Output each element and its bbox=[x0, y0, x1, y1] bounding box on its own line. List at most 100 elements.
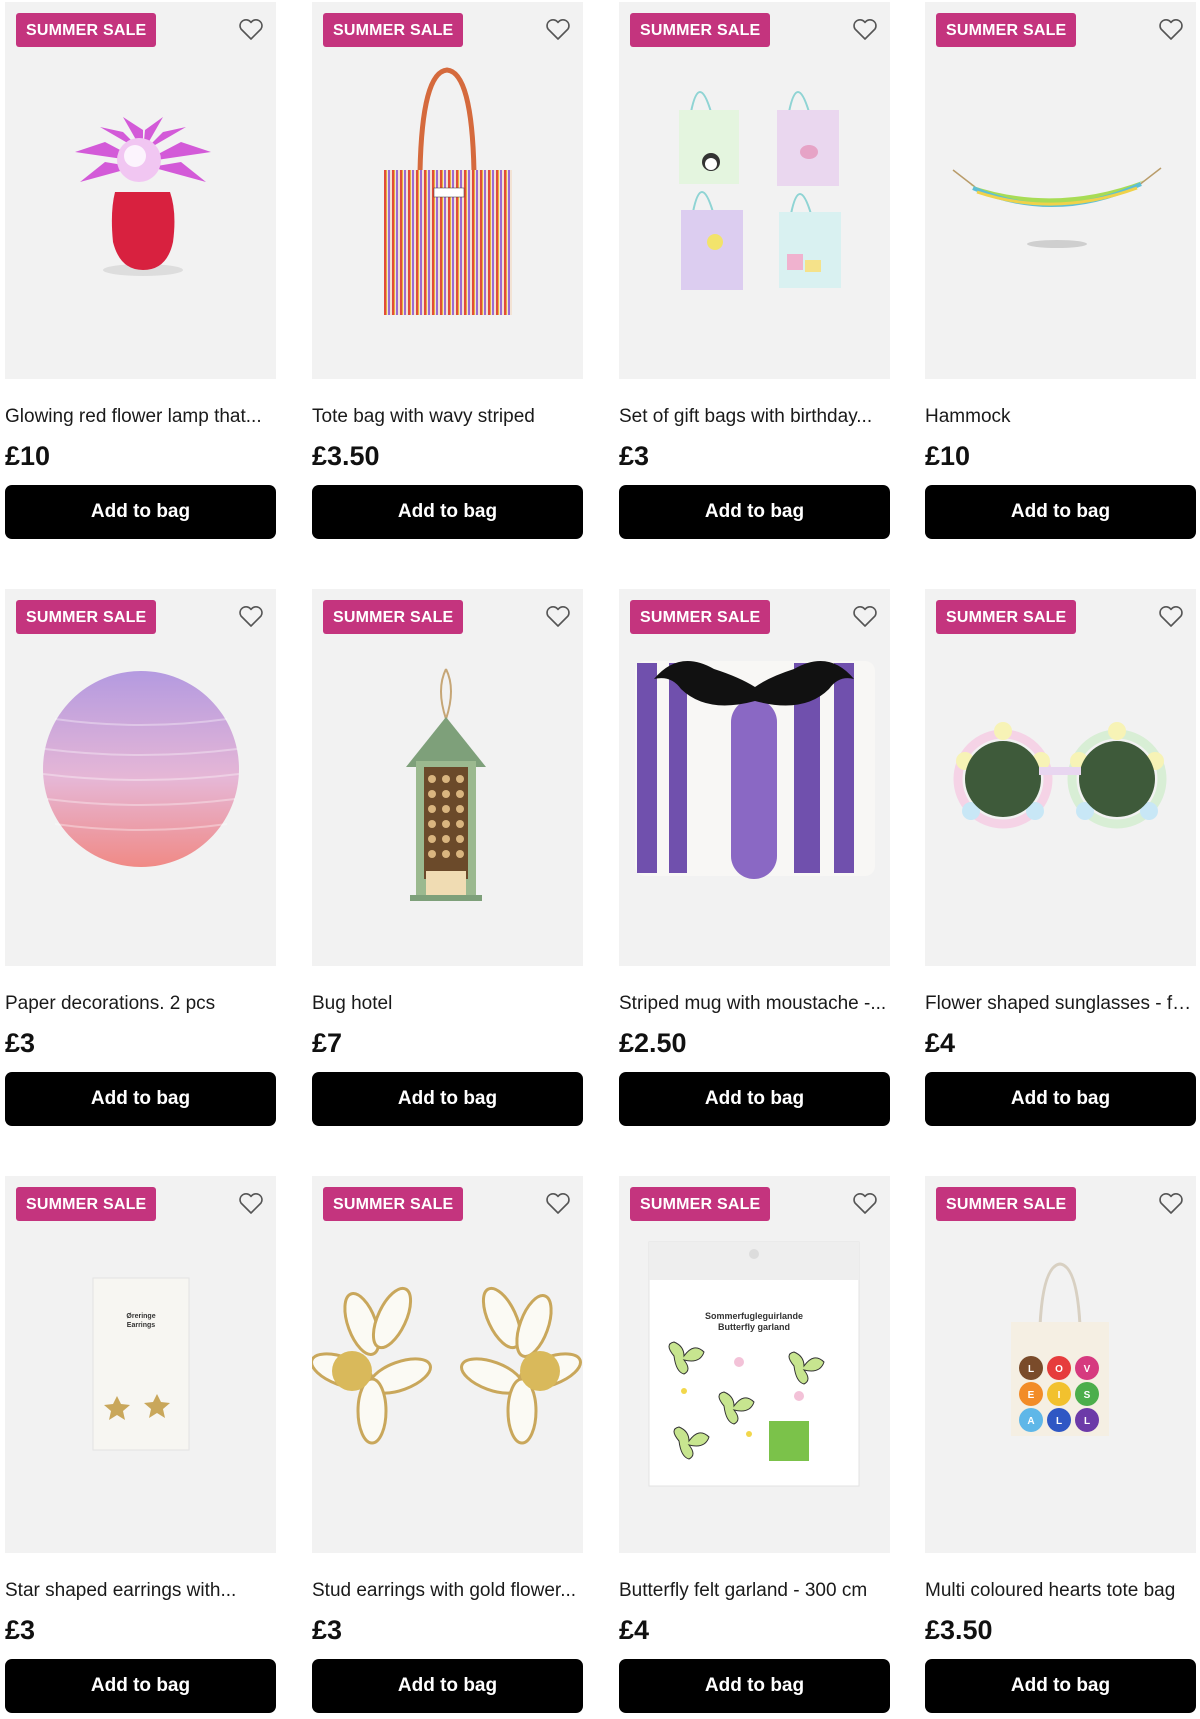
product-title[interactable]: Tote bag with wavy striped bbox=[312, 405, 583, 429]
add-to-bag-button[interactable]: Add to bag bbox=[5, 1659, 276, 1713]
product-card[interactable]: SUMMER SALE Stud earrings with gold flow… bbox=[312, 1176, 583, 1713]
heart-letter: S bbox=[1084, 1390, 1091, 1401]
product-price: £2.50 bbox=[619, 1028, 687, 1058]
summer-sale-badge: SUMMER SALE bbox=[630, 13, 771, 47]
product-card[interactable]: SUMMER SALE Striped mug with moustache -… bbox=[619, 589, 890, 1126]
heart-letter: L bbox=[1056, 1416, 1062, 1427]
product-title[interactable]: Multi coloured hearts tote bag bbox=[925, 1579, 1196, 1603]
heart-icon[interactable] bbox=[545, 1192, 571, 1216]
product-title[interactable]: Striped mug with moustache -... bbox=[619, 992, 890, 1016]
summer-sale-badge: SUMMER SALE bbox=[630, 1187, 771, 1221]
heart-letter: I bbox=[1058, 1390, 1061, 1401]
summer-sale-badge: SUMMER SALE bbox=[936, 600, 1077, 634]
product-price: £4 bbox=[619, 1615, 650, 1645]
product-price: £3 bbox=[312, 1615, 343, 1645]
package-label-2: Butterfly garland bbox=[718, 1322, 790, 1332]
heart-letter: L bbox=[1084, 1416, 1090, 1427]
summer-sale-badge: SUMMER SALE bbox=[630, 600, 771, 634]
product-image-area[interactable]: SUMMER SALE bbox=[619, 2, 890, 379]
product-price: £3.50 bbox=[925, 1615, 993, 1645]
product-card[interactable]: SUMMER SALE Set of gift bags with birthd… bbox=[619, 2, 890, 539]
heart-icon[interactable] bbox=[545, 605, 571, 629]
product-card[interactable]: SUMMER SALE Bug hotel £7 Add to bag bbox=[312, 589, 583, 1126]
summer-sale-badge: SUMMER SALE bbox=[16, 13, 157, 47]
product-card[interactable]: SUMMER SALE Tote bag with wavy striped £… bbox=[312, 2, 583, 539]
heart-icon[interactable] bbox=[852, 1192, 878, 1216]
gift-bags-image bbox=[679, 91, 841, 290]
product-card[interactable]: Sommerfugleguirlande Butterfly garland S… bbox=[619, 1176, 890, 1713]
product-title[interactable]: Set of gift bags with birthday... bbox=[619, 405, 890, 429]
product-card[interactable]: Øreringe Earrings SUMMER SALE Star shape… bbox=[5, 1176, 276, 1713]
heart-letter: A bbox=[1027, 1416, 1034, 1427]
heart-icon[interactable] bbox=[852, 18, 878, 42]
product-title[interactable]: Hammock bbox=[925, 405, 1196, 429]
product-card[interactable]: SUMMER SALE Paper decorations. 2 pcs £3 … bbox=[5, 589, 276, 1126]
heart-letter: O bbox=[1055, 1364, 1063, 1375]
butterfly-garland-image: Sommerfugleguirlande Butterfly garland bbox=[648, 1241, 860, 1487]
heart-icon[interactable] bbox=[238, 18, 264, 42]
heart-letter: E bbox=[1028, 1390, 1035, 1401]
summer-sale-badge: SUMMER SALE bbox=[16, 600, 157, 634]
add-to-bag-button[interactable]: Add to bag bbox=[925, 1659, 1196, 1713]
star-earrings-image: Øreringe Earrings bbox=[92, 1277, 190, 1451]
product-title[interactable]: Star shaped earrings with... bbox=[5, 1579, 276, 1603]
summer-sale-badge: SUMMER SALE bbox=[936, 1187, 1077, 1221]
add-to-bag-button[interactable]: Add to bag bbox=[619, 1659, 890, 1713]
add-to-bag-button[interactable]: Add to bag bbox=[619, 1072, 890, 1126]
summer-sale-badge: SUMMER SALE bbox=[16, 1187, 157, 1221]
product-title[interactable]: Bug hotel bbox=[312, 992, 583, 1016]
add-to-bag-button[interactable]: Add to bag bbox=[5, 1072, 276, 1126]
product-card[interactable]: SUMMER SALE Flower shaped sunglasses - f… bbox=[925, 589, 1196, 1126]
heart-icon[interactable] bbox=[545, 18, 571, 42]
moustache-mug-image bbox=[635, 661, 875, 879]
heart-icon[interactable] bbox=[852, 605, 878, 629]
heart-icon[interactable] bbox=[238, 1192, 264, 1216]
product-image-area[interactable]: L O V E I S A L L SUMMER SALE bbox=[925, 1176, 1196, 1553]
heart-icon[interactable] bbox=[1158, 605, 1184, 629]
striped-tote-image bbox=[384, 67, 512, 315]
product-card[interactable]: SUMMER SALE Hammock £10 Add to bag bbox=[925, 2, 1196, 539]
product-card[interactable]: SUMMER SALE Glowing red flower lamp that… bbox=[5, 2, 276, 539]
product-title[interactable]: Butterfly felt garland - 300 cm bbox=[619, 1579, 890, 1603]
product-title[interactable]: Flower shaped sunglasses - fo... bbox=[925, 992, 1196, 1016]
product-image-area[interactable]: Sommerfugleguirlande Butterfly garland S… bbox=[619, 1176, 890, 1553]
product-image-area[interactable]: SUMMER SALE bbox=[312, 1176, 583, 1553]
heart-icon[interactable] bbox=[1158, 1192, 1184, 1216]
product-price: £3.50 bbox=[312, 441, 380, 471]
add-to-bag-button[interactable]: Add to bag bbox=[312, 1072, 583, 1126]
product-price: £4 bbox=[925, 1028, 956, 1058]
product-image-area[interactable]: SUMMER SALE bbox=[925, 589, 1196, 966]
product-image-area[interactable]: SUMMER SALE bbox=[925, 2, 1196, 379]
product-image-area[interactable]: SUMMER SALE bbox=[312, 589, 583, 966]
add-to-bag-button[interactable]: Add to bag bbox=[312, 485, 583, 539]
product-price: £3 bbox=[5, 1028, 36, 1058]
product-price: £3 bbox=[5, 1615, 36, 1645]
heart-icon[interactable] bbox=[1158, 18, 1184, 42]
product-price: £3 bbox=[619, 441, 650, 471]
product-title[interactable]: Paper decorations. 2 pcs bbox=[5, 992, 276, 1016]
daisy-earrings-image bbox=[312, 1286, 582, 1445]
summer-sale-badge: SUMMER SALE bbox=[323, 1187, 464, 1221]
add-to-bag-button[interactable]: Add to bag bbox=[925, 485, 1196, 539]
add-to-bag-button[interactable]: Add to bag bbox=[619, 485, 890, 539]
product-price: £10 bbox=[925, 441, 971, 471]
product-title[interactable]: Stud earrings with gold flower... bbox=[312, 1579, 583, 1603]
product-title[interactable]: Glowing red flower lamp that... bbox=[5, 405, 276, 429]
product-image-area[interactable]: SUMMER SALE bbox=[312, 2, 583, 379]
heart-icon[interactable] bbox=[238, 605, 264, 629]
hammock-image bbox=[952, 167, 1162, 248]
add-to-bag-button[interactable]: Add to bag bbox=[5, 485, 276, 539]
package-label-1: Sommerfugleguirlande bbox=[705, 1311, 803, 1321]
add-to-bag-button[interactable]: Add to bag bbox=[312, 1659, 583, 1713]
hearts-tote-image: L O V E I S A L L bbox=[1011, 1262, 1109, 1436]
summer-sale-badge: SUMMER SALE bbox=[936, 13, 1077, 47]
summer-sale-badge: SUMMER SALE bbox=[323, 600, 464, 634]
flower-sunglasses-image bbox=[953, 722, 1167, 829]
add-to-bag-button[interactable]: Add to bag bbox=[925, 1072, 1196, 1126]
product-card[interactable]: L O V E I S A L L SUMMER SALE Multi colo… bbox=[925, 1176, 1196, 1713]
product-image-area[interactable]: Øreringe Earrings SUMMER SALE bbox=[5, 1176, 276, 1553]
product-image-area[interactable]: SUMMER SALE bbox=[5, 2, 276, 379]
product-price: £10 bbox=[5, 441, 51, 471]
product-image-area[interactable]: SUMMER SALE bbox=[619, 589, 890, 966]
product-image-area[interactable]: SUMMER SALE bbox=[5, 589, 276, 966]
